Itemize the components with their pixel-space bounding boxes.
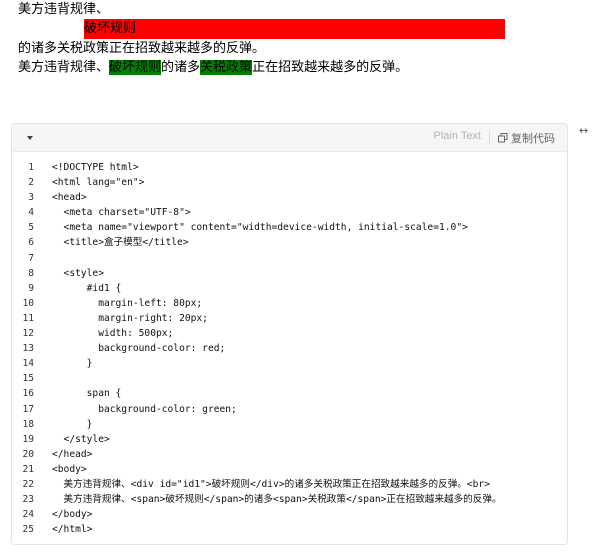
language-label[interactable]: Plain Text [434,130,482,142]
code-line: 23 美方违背规律、<span>破坏规则</span>的诸多<span>关税政策… [12,492,567,507]
code-text: </html> [52,524,93,536]
line-number: 6 [28,237,34,249]
line-number: 1 [28,162,34,173]
code-text: 美方违背规律、<span>破坏规则</span>的诸多<span>关税政策</s… [52,494,502,506]
code-text: <!DOCTYPE html> [52,162,139,173]
code-line: 6 <title>盒子模型</title> [12,235,567,250]
red-div-id1: 破坏规则 [84,19,505,39]
green-span-2: 关税政策 [200,60,253,75]
demo-line-4-text-b: 的诸多 [161,60,201,75]
code-line: 2 <html lang="en"> [12,175,567,190]
demo-line-4: 美方违背规律、破坏规则的诸多关税政策正在招致越来越多的反弹。 [18,58,598,77]
line-number: 2 [28,177,34,189]
line-number: 25 [22,524,34,536]
code-text: width: 500px; [52,328,174,340]
code-line: 15 [12,371,567,386]
line-number: 19 [22,433,34,445]
code-line: 22 美方违背规律、<div id="id1">破坏规则</div>的诸多关税政… [12,477,567,492]
line-number: 13 [22,343,34,355]
code-text: </head> [52,448,93,460]
code-line: 13 background-color: red; [12,341,567,356]
code-line: 21 <body> [12,462,567,477]
code-text: <style> [52,267,104,279]
line-number: 8 [28,267,34,279]
line-number: 5 [28,222,34,234]
code-line: 19 </style> [12,432,567,447]
copy-icon [498,133,508,143]
code-line: 7 [12,251,567,266]
code-line: 14 } [12,356,567,371]
line-number: 18 [22,418,34,430]
code-line: 3 <head> [12,190,567,205]
chevron-down-icon[interactable] [26,133,36,143]
line-number: 7 [28,252,34,264]
code-text: <meta charset="UTF-8"> [52,207,191,219]
code-text: <meta name="viewport" content="width=dev… [52,222,468,234]
code-text: 美方违背规律、<div id="id1">破坏规则</div>的诸多关税政策正在… [52,478,490,490]
code-line: 20 </head> [12,447,567,462]
demo-line-4-text-a: 美方违背规律、 [18,60,110,75]
demo-line-1: 美方违背规律、 [18,2,110,17]
line-number: 11 [22,312,34,324]
code-line: 24 </body> [12,507,567,522]
header-divider [489,131,490,144]
code-line: 25 </html> [12,522,567,537]
code-text: } [52,358,93,370]
code-text: <title>盒子模型</title> [52,237,189,249]
code-line: 10 margin-left: 80px; [12,296,567,311]
line-number: 22 [22,478,34,490]
demo-line-4-text-c: 正在招致越来越多的反弹。 [252,60,409,75]
code-line: 17 background-color: green; [12,402,567,417]
line-number: 3 [28,192,34,204]
code-text: } [52,418,93,430]
code-line: 1 <!DOCTYPE html> [12,160,567,175]
code-line: 11 margin-right: 20px; [12,311,567,326]
code-text: background-color: green; [52,403,237,415]
rendered-output: 美方违背规律、 破坏规则 的诸多关税政策正在招致越来越多的反弹。 美方违背规律、… [18,0,598,77]
code-text: <head> [52,192,87,204]
copy-code-label: 复制代码 [511,132,555,145]
code-line: 16 span { [12,386,567,401]
code-line: 8 <style> [12,266,567,281]
line-number: 15 [22,373,34,385]
line-number: 24 [22,509,34,521]
line-number: 4 [28,207,34,219]
code-line: 12 width: 500px; [12,326,567,341]
code-text: #id1 { [52,282,122,294]
code-text: <body> [52,463,87,475]
code-line: 4 <meta charset="UTF-8"> [12,205,567,220]
line-number: 17 [22,403,34,415]
code-text: <html lang="en"> [52,177,145,189]
demo-line-3: 的诸多关税政策正在招致越来越多的反弹。 [18,41,266,56]
line-number: 23 [22,494,34,506]
code-text: margin-right: 20px; [52,312,208,324]
code-text: background-color: red; [52,343,226,355]
code-text: margin-left: 80px; [52,297,203,309]
line-number: 20 [22,448,34,460]
code-block-header: Plain Text 复制代码 [12,124,567,152]
line-number: 21 [22,463,34,475]
line-number: 10 [22,297,34,309]
code-text: </style> [52,433,110,445]
code-text: </body> [52,509,93,521]
green-span-1: 破坏规则 [109,60,162,75]
line-number: 12 [22,328,34,340]
line-number: 14 [22,358,34,370]
code-block: Plain Text 复制代码 1 <!DOCTYPE html> 2 <html l… [11,123,568,545]
copy-code-button[interactable]: 复制代码 [498,130,555,146]
line-number: 16 [22,388,34,400]
code-body: 1 <!DOCTYPE html> 2 <html lang="en"> 3 <head>… [12,152,567,537]
code-line: 5 <meta name="viewport" content="width=d… [12,220,567,235]
code-line: 18 } [12,417,567,432]
line-number: 9 [28,282,34,294]
expand-horizontal-icon[interactable]: ↔ [579,124,588,137]
code-text: span { [52,388,122,400]
code-line: 9 #id1 { [12,281,567,296]
